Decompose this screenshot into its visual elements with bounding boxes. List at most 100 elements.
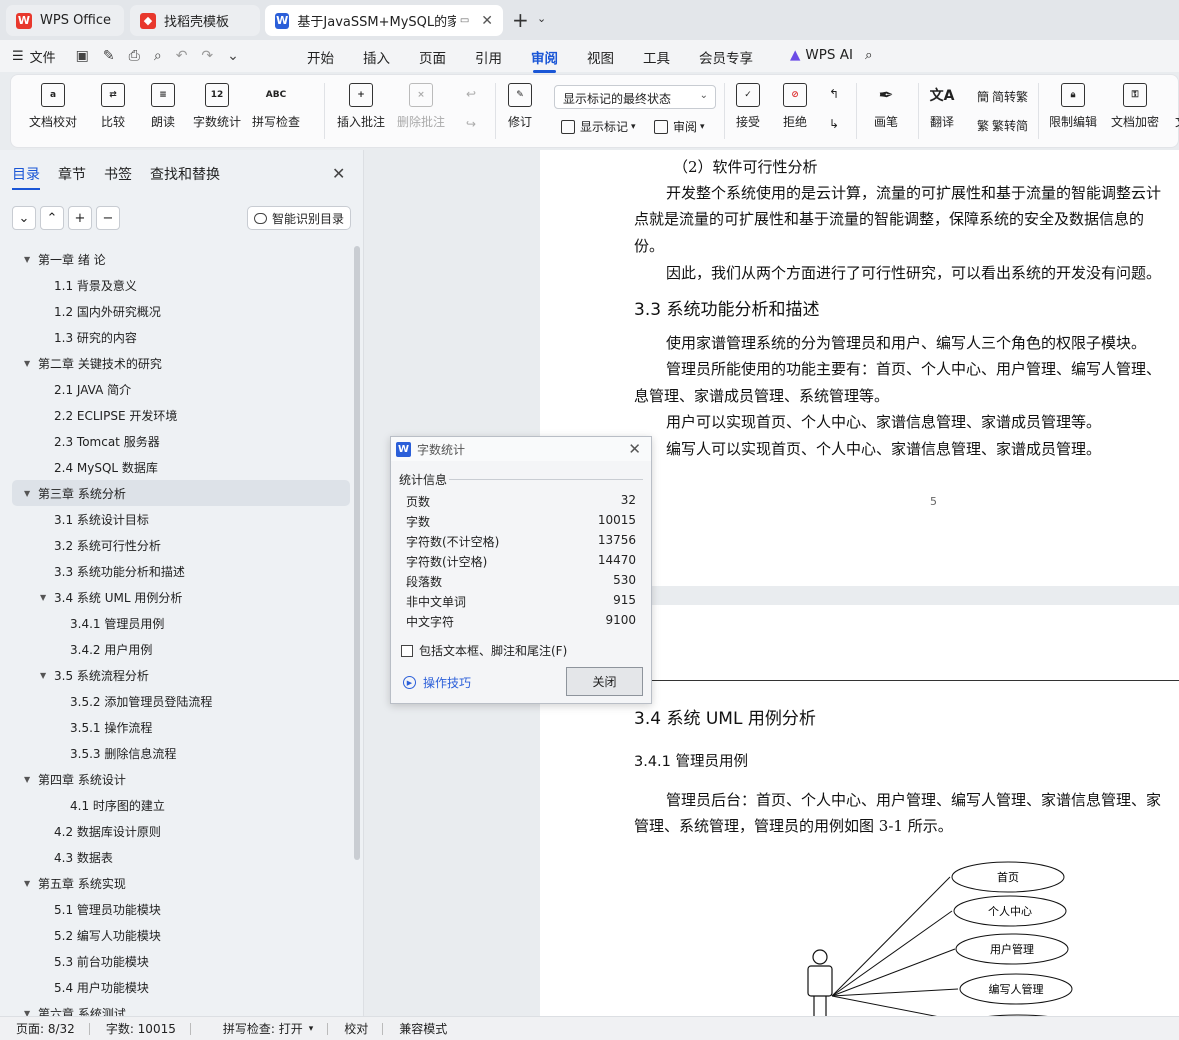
close-icon[interactable]: ✕ <box>332 164 345 183</box>
toc-item[interactable]: 5.3 前台功能模块 <box>0 948 352 974</box>
to-traditional-button[interactable]: 簡 简转繁 <box>977 88 1028 105</box>
menu-home[interactable]: 开始 <box>307 47 334 67</box>
tab-find-replace[interactable]: 查找和替换 <box>150 164 220 190</box>
menu-wps-ai[interactable]: ▲ WPS AI <box>790 47 853 63</box>
toc-item[interactable]: 2.2 ECLIPSE 开发环境 <box>0 402 352 428</box>
toc-item[interactable]: 3.3 系统功能分析和描述 <box>0 558 352 584</box>
review-pane-button[interactable]: 审阅 ▾ <box>654 118 705 135</box>
file-menu[interactable]: ☰ 文件 <box>12 47 56 66</box>
menu-member[interactable]: 会员专享 <box>699 47 753 67</box>
translate-button[interactable]: 文A 翻译 <box>930 83 955 130</box>
toc-item[interactable]: 3.4.1 管理员用例 <box>0 610 352 636</box>
show-markup-button[interactable]: 显示标记 ▾ <box>561 118 636 135</box>
toc-item[interactable]: 2.4 MySQL 数据库 <box>0 454 352 480</box>
accept-button[interactable]: ✓ 接受 <box>736 83 760 130</box>
toc-item[interactable]: 3.1 系统设计目标 <box>0 506 352 532</box>
prev-change-icon[interactable]: ↰ <box>829 87 839 101</box>
menu-insert[interactable]: 插入 <box>363 47 390 67</box>
next-change-icon[interactable]: ↳ <box>829 117 839 131</box>
word-count-button[interactable]: 12 字数统计 <box>193 83 241 130</box>
toc-item[interactable]: ▼ 第三章 系统分析 <box>12 480 350 506</box>
print-icon[interactable]: ⎙ <box>129 48 140 64</box>
toc-item[interactable]: ▼ 3.4 系统 UML 用例分析 <box>0 584 352 610</box>
expand-arrow-icon[interactable]: ▼ <box>40 671 46 680</box>
toc-item[interactable]: 3.5.2 添加管理员登陆流程 <box>0 688 352 714</box>
expand-arrow-icon[interactable]: ▼ <box>40 593 46 602</box>
doc-check-button[interactable]: a 文档校对 <box>29 83 77 130</box>
close-tab-icon[interactable]: ✕ <box>481 13 493 29</box>
toc-item[interactable]: ▼ 3.5 系统流程分析 <box>0 662 352 688</box>
collapse-up-button[interactable]: ⌃ <box>40 206 64 230</box>
menu-tools[interactable]: 工具 <box>643 47 670 67</box>
status-page[interactable]: 页面: 8/32 <box>16 1020 75 1037</box>
close-icon[interactable]: ✕ <box>628 440 641 458</box>
compare-button[interactable]: ⇄ 比较 <box>101 83 125 130</box>
toc-item[interactable]: 4.3 数据表 <box>0 844 352 870</box>
expand-arrow-icon[interactable]: ▼ <box>24 489 30 498</box>
toc-item[interactable]: 5.1 管理员功能模块 <box>0 896 352 922</box>
read-aloud-button[interactable]: ≡ 朗读 <box>151 83 175 130</box>
restrict-edit-button[interactable]: 🔒︎ 限制编辑 <box>1049 83 1097 130</box>
toc-item[interactable]: 3.5.1 操作流程 <box>0 714 352 740</box>
dialog-titlebar[interactable]: W 字数统计 <box>391 437 651 461</box>
toc-item[interactable]: 2.3 Tomcat 服务器 <box>0 428 352 454</box>
tab-docer[interactable]: ◆ 找稻壳模板 <box>130 5 260 36</box>
toc-item[interactable]: 4.1 时序图的建立 <box>0 792 352 818</box>
insert-comment-button[interactable]: + 插入批注 <box>337 83 385 130</box>
status-word-count[interactable]: 字数: 10015 <box>106 1020 176 1037</box>
tab-document[interactable]: W 基于JavaSSM+MySQL的家谱 ▭ ✕ <box>265 5 503 36</box>
toc-item[interactable]: 1.2 国内外研究概况 <box>0 298 352 324</box>
print-preview-icon[interactable]: ⌕ <box>154 48 162 64</box>
more-button[interactable]: 文 <box>1169 83 1179 130</box>
menu-references[interactable]: 引用 <box>475 47 502 67</box>
track-changes-button[interactable]: ✎ 修订 <box>508 83 532 130</box>
expand-down-button[interactable]: ⌄ <box>12 206 36 230</box>
ink-button[interactable]: ✒ 画笔 <box>874 83 898 130</box>
close-button[interactable]: 关闭 <box>566 667 643 696</box>
encrypt-button[interactable]: ⚿ 文档加密 <box>1111 83 1159 130</box>
toc-item[interactable]: ▼ 第四章 系统设计 <box>0 766 352 792</box>
status-proofread[interactable]: 校对 <box>344 1020 368 1037</box>
toc-item[interactable]: 3.4.2 用户用例 <box>0 636 352 662</box>
undo-icon[interactable]: ↶ <box>176 48 188 64</box>
expand-arrow-icon[interactable]: ▼ <box>24 879 30 888</box>
toc-item[interactable]: 3.5.3 删除信息流程 <box>0 740 352 766</box>
to-simplified-button[interactable]: 繁 繁转简 <box>977 117 1028 134</box>
toc-item[interactable]: ▼ 第二章 关键技术的研究 <box>0 350 352 376</box>
menu-view[interactable]: 视图 <box>587 47 614 67</box>
delete-comment-button[interactable]: × 删除批注 <box>397 83 445 130</box>
status-spell-check[interactable]: 拼写检查: 打开 ▾ <box>207 1020 313 1037</box>
toc-item[interactable]: 1.1 背景及意义 <box>0 272 352 298</box>
search-icon[interactable]: ⌕ <box>865 47 873 63</box>
toc-item[interactable]: 2.1 JAVA 简介 <box>0 376 352 402</box>
tab-bookmarks[interactable]: 书签 <box>104 164 132 190</box>
toc-item[interactable]: 5.2 编写人功能模块 <box>0 922 352 948</box>
spell-check-button[interactable]: ABC 拼写检查 <box>252 83 300 130</box>
toc-item[interactable]: ▼ 第一章 绪 论 <box>0 246 352 272</box>
expand-arrow-icon[interactable]: ▼ <box>24 359 30 368</box>
expand-arrow-icon[interactable]: ▼ <box>24 775 30 784</box>
redo-icon[interactable]: ↷ <box>201 48 213 64</box>
toc-item[interactable]: 3.2 系统可行性分析 <box>0 532 352 558</box>
toc-item[interactable]: 5.4 用户功能模块 <box>0 974 352 1000</box>
reject-button[interactable]: ⊘ 拒绝 <box>783 83 807 130</box>
markup-state-select[interactable]: 显示标记的最终状态 ⌄ <box>554 85 716 109</box>
new-tab-icon[interactable]: + <box>512 8 529 32</box>
chevron-down-icon[interactable]: ⌄ <box>537 12 546 25</box>
chevron-down-icon[interactable]: ⌄ <box>227 48 239 64</box>
tab-wps-office[interactable]: W WPS Office <box>6 5 124 36</box>
save-icon[interactable]: ▣ <box>76 48 89 64</box>
format-painter-icon[interactable]: ✎ <box>103 48 115 64</box>
toc-item[interactable]: 1.3 研究的内容 <box>0 324 352 350</box>
toc-item[interactable]: 4.2 数据库设计原则 <box>0 818 352 844</box>
smart-toc-button[interactable]: 智能识别目录 <box>247 206 351 230</box>
tips-link[interactable]: ▶ 操作技巧 <box>403 674 471 691</box>
tab-toc[interactable]: 目录 <box>12 164 40 190</box>
prev-comment-icon[interactable]: ↩ <box>466 87 476 101</box>
menu-page[interactable]: 页面 <box>419 47 446 67</box>
toc-item[interactable]: ▼ 第五章 系统实现 <box>0 870 352 896</box>
add-heading-button[interactable]: + <box>68 206 92 230</box>
remove-heading-button[interactable]: − <box>96 206 120 230</box>
toc-scrollbar[interactable] <box>354 246 360 860</box>
menu-review[interactable]: 审阅 <box>531 47 558 73</box>
